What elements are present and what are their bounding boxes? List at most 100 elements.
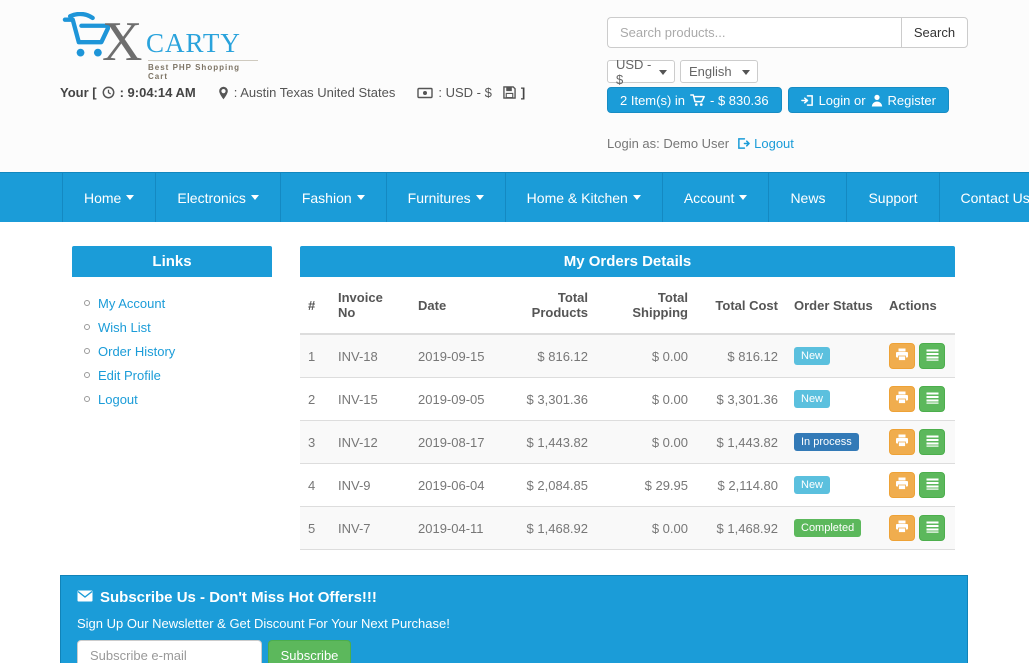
order-shipping: $ 29.95 (596, 463, 696, 507)
nav-item-contact-us[interactable]: Contact Us (940, 173, 1029, 222)
login-icon (800, 94, 814, 107)
sidebar-item-edit-profile[interactable]: Edit Profile (84, 363, 272, 387)
order-details-button[interactable] (919, 343, 945, 369)
sidebar-link[interactable]: Wish List (98, 320, 151, 335)
order-invoice: INV-9 (330, 463, 410, 507)
subscribe-email-input[interactable] (77, 640, 262, 663)
caret-down-icon (659, 70, 667, 75)
sidebar-link[interactable]: Logout (98, 392, 138, 407)
sidebar-item-logout[interactable]: Logout (84, 387, 272, 411)
order-num: 3 (300, 420, 330, 464)
nav-item-news[interactable]: News (769, 173, 848, 222)
list-icon (926, 478, 939, 493)
nav-label: Contact Us (960, 189, 1029, 206)
order-products: $ 2,084.85 (496, 463, 596, 507)
caret-down-icon (632, 195, 641, 200)
printer-icon (895, 434, 909, 450)
subscribe-panel: Subscribe Us - Don't Miss Hot Offers!!! … (60, 575, 968, 663)
order-row: 1 INV-18 2019-09-15 $ 816.12 $ 0.00 $ 81… (300, 333, 955, 378)
order-shipping: $ 0.00 (596, 506, 696, 550)
caret-down-icon (742, 70, 750, 75)
bullet-icon (84, 300, 90, 306)
print-invoice-button[interactable] (889, 386, 915, 412)
print-invoice-button[interactable] (889, 429, 915, 455)
logout-label: Logout (754, 136, 794, 151)
nav-item-home-kitchen[interactable]: Home & Kitchen (506, 173, 663, 222)
subscribe-button[interactable]: Subscribe (268, 640, 351, 663)
order-details-button[interactable] (919, 429, 945, 455)
site-logo[interactable]: X CARTY Best PHP Shopping Cart (58, 10, 258, 81)
login-register-button[interactable]: Login or Register (787, 87, 949, 113)
order-shipping: $ 0.00 (596, 377, 696, 421)
location-icon (218, 86, 229, 100)
order-details-button[interactable] (919, 515, 945, 541)
order-cost: $ 3,301.36 (696, 377, 786, 421)
nav-label: Support (868, 189, 918, 206)
language-select[interactable]: English (680, 60, 758, 83)
list-icon (926, 521, 939, 536)
bullet-icon (84, 324, 90, 330)
order-invoice: INV-18 (330, 333, 410, 378)
sidebar-link[interactable]: Order History (98, 344, 175, 359)
save-icon[interactable] (503, 86, 516, 99)
print-invoice-button[interactable] (889, 472, 915, 498)
order-num: 2 (300, 377, 330, 421)
search-button[interactable]: Search (901, 17, 968, 48)
sidebar-item-wish-list[interactable]: Wish List (84, 315, 272, 339)
list-icon (926, 392, 939, 407)
logout-icon (737, 137, 750, 150)
sidebar-item-order-history[interactable]: Order History (84, 339, 272, 363)
nav-item-support[interactable]: Support (847, 173, 940, 222)
subscribe-title: Subscribe Us - Don't Miss Hot Offers!!! (100, 589, 377, 606)
cart-button-total: - $ 830.36 (710, 92, 769, 108)
col-actions: Actions (881, 277, 955, 335)
order-date: 2019-04-11 (410, 506, 496, 550)
caret-down-icon (356, 195, 365, 200)
order-row: 5 INV-7 2019-04-11 $ 1,468.92 $ 0.00 $ 1… (300, 506, 955, 550)
user-icon (871, 94, 883, 107)
status-badge: Completed (794, 519, 862, 537)
print-invoice-button[interactable] (889, 343, 915, 369)
caret-down-icon (475, 195, 484, 200)
logout-link[interactable]: Logout (737, 136, 794, 151)
nav-item-furnitures[interactable]: Furnitures (387, 173, 506, 222)
order-invoice: INV-12 (330, 420, 410, 464)
order-cost: $ 1,443.82 (696, 420, 786, 464)
col-total-cost: Total Cost (696, 277, 786, 335)
nav-item-electronics[interactable]: Electronics (156, 173, 281, 222)
subscribe-form: Subscribe (77, 640, 351, 663)
register-label: Register (887, 92, 936, 108)
nav-label: Electronics (177, 189, 246, 206)
bullet-icon (84, 348, 90, 354)
list-icon (926, 349, 939, 364)
nav-label: News (790, 189, 826, 206)
order-cost: $ 1,468.92 (696, 506, 786, 550)
nav-label: Home (84, 189, 122, 206)
order-invoice: INV-7 (330, 506, 410, 550)
order-products: $ 816.12 (496, 333, 596, 378)
order-details-button[interactable] (919, 472, 945, 498)
currency-select[interactable]: USD - $ (607, 57, 675, 87)
cart-button[interactable]: 2 Item(s) in - $ 830.36 (607, 87, 782, 113)
order-details-button[interactable] (919, 386, 945, 412)
order-num: 1 (300, 333, 330, 378)
caret-down-icon (126, 195, 135, 200)
print-invoice-button[interactable] (889, 515, 915, 541)
col-total-shipping: Total Shipping (596, 277, 696, 335)
nav-item-account[interactable]: Account (663, 173, 770, 222)
sidebar-link[interactable]: Edit Profile (98, 368, 161, 383)
printer-icon (895, 348, 909, 364)
printer-icon (895, 391, 909, 407)
nav-item-home[interactable]: Home (62, 173, 157, 222)
order-date: 2019-08-17 (410, 420, 496, 464)
bullet-icon (84, 396, 90, 402)
sidebar-item-my-account[interactable]: My Account (84, 291, 272, 315)
sidebar-link[interactable]: My Account (98, 296, 165, 311)
nav-item-fashion[interactable]: Fashion (281, 173, 387, 222)
printer-icon (895, 477, 909, 493)
col-date: Date (410, 277, 496, 335)
status-badge: New (794, 347, 831, 365)
search-input[interactable] (607, 17, 901, 48)
caret-down-icon (739, 195, 748, 200)
clock-icon (102, 86, 115, 99)
